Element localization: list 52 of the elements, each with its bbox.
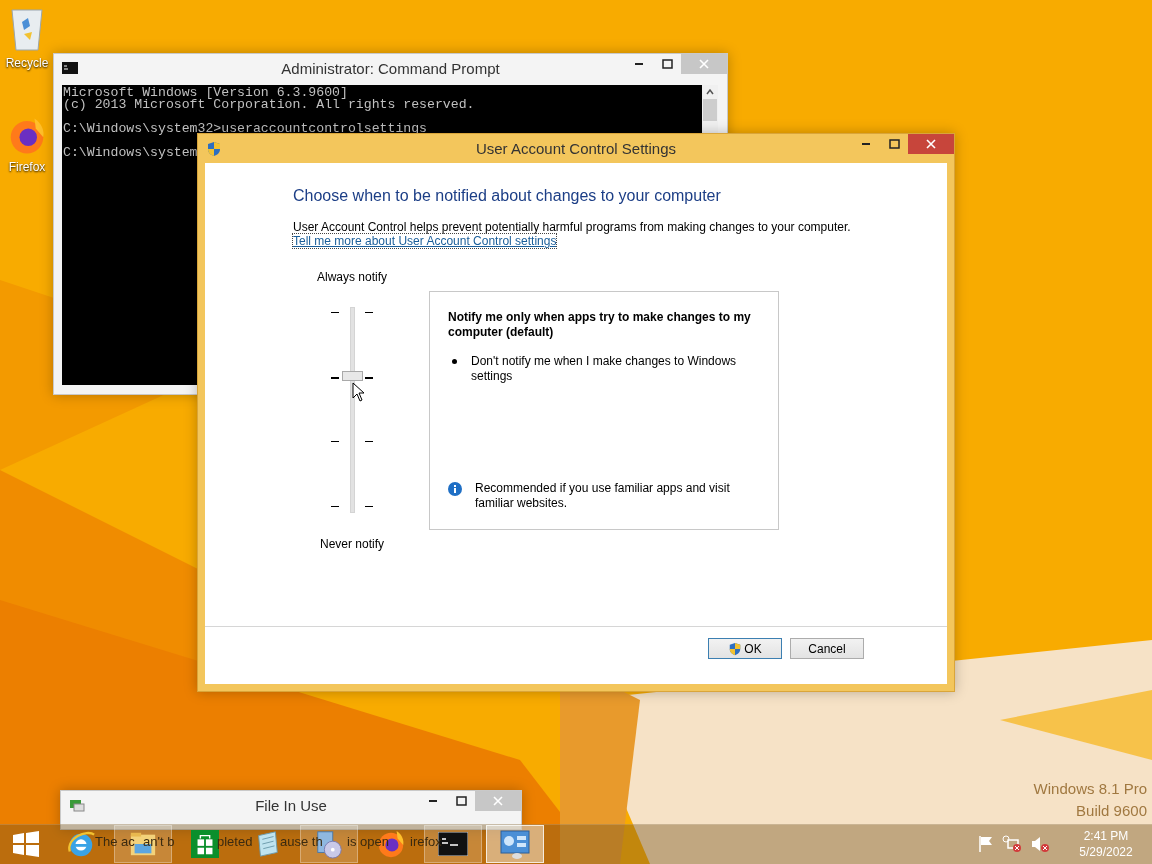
window-title: File In Use [255,796,327,814]
edition-text: Build 9600 [1076,802,1147,819]
slider-track[interactable] [350,307,355,513]
console-line: C:\Windows\system32>useraccountcontrolsettings [63,123,428,135]
window-icon [69,798,85,812]
close-icon [926,139,936,149]
control-panel-icon [499,828,531,860]
close-button[interactable] [908,134,954,154]
desktop-icon-label[interactable]: Firefox [8,160,46,174]
minimize-icon [429,800,437,802]
close-icon [699,59,709,69]
console-line: C:\Windows\system [63,147,198,159]
info-icon [448,482,462,496]
shield-icon [728,641,743,656]
setting-title: Notify me only when apps try to make changes to my computer (default) [448,310,752,340]
description-text: User Account Control helps prevent potentially harmful programs from making changes to your computer. [293,220,851,234]
maximize-icon [455,796,467,806]
help-link[interactable]: Tell me more about User Account Control settings [293,234,557,248]
close-icon [493,796,503,806]
window-title: Administrator: Command Prompt [281,59,500,77]
speaker-muted-icon[interactable] [1030,835,1050,853]
globe-e-icon [66,829,96,859]
clock-date[interactable]: 5/29/2022 [1079,844,1133,860]
windows-logo-icon [13,831,39,857]
recycle-bin-icon [10,6,44,52]
slider-top-label: Always notify [317,270,387,284]
recommendation-text: Recommended if you use familiar apps and visit familiar websites. [475,481,731,511]
desktop-icon-label[interactable]: Recycle [5,56,49,70]
terminal-icon [62,62,78,74]
bullet-text: Don't notify me when I make changes to Windows settings [471,354,738,384]
shield-icon [206,140,222,157]
clock-time[interactable]: 2:41 PM [1083,828,1129,844]
scroll-up-icon [706,89,714,95]
maximize-icon [888,139,900,149]
console-line: (c) 2013 Microsoft Corporation. All rights reserved. [63,99,475,111]
console-line: Microsoft Windows [Version 6.3.9600] [63,87,348,99]
network-error-icon[interactable] [1002,835,1022,853]
scrollbar-thumb[interactable] [703,99,717,121]
bullet-icon [452,359,457,364]
dialog-message-fragment: an't b [143,834,175,849]
edition-text: Windows 8.1 Pro [1033,780,1147,797]
dialog-message-fragment: is open [347,834,389,849]
slider-bottom-label: Never notify [320,537,384,551]
minimize-icon [635,63,643,65]
slider-thumb[interactable] [342,371,363,381]
maximize-icon [661,59,673,69]
cancel-button[interactable]: Cancel [790,638,864,659]
mouse-pointer-icon [352,382,364,402]
heading: Choose when to be notified about changes to your computer [293,187,721,205]
minimize-icon [862,143,870,145]
ok-button[interactable]: OK [708,638,782,659]
window-title: User Account Control Settings [475,140,677,157]
